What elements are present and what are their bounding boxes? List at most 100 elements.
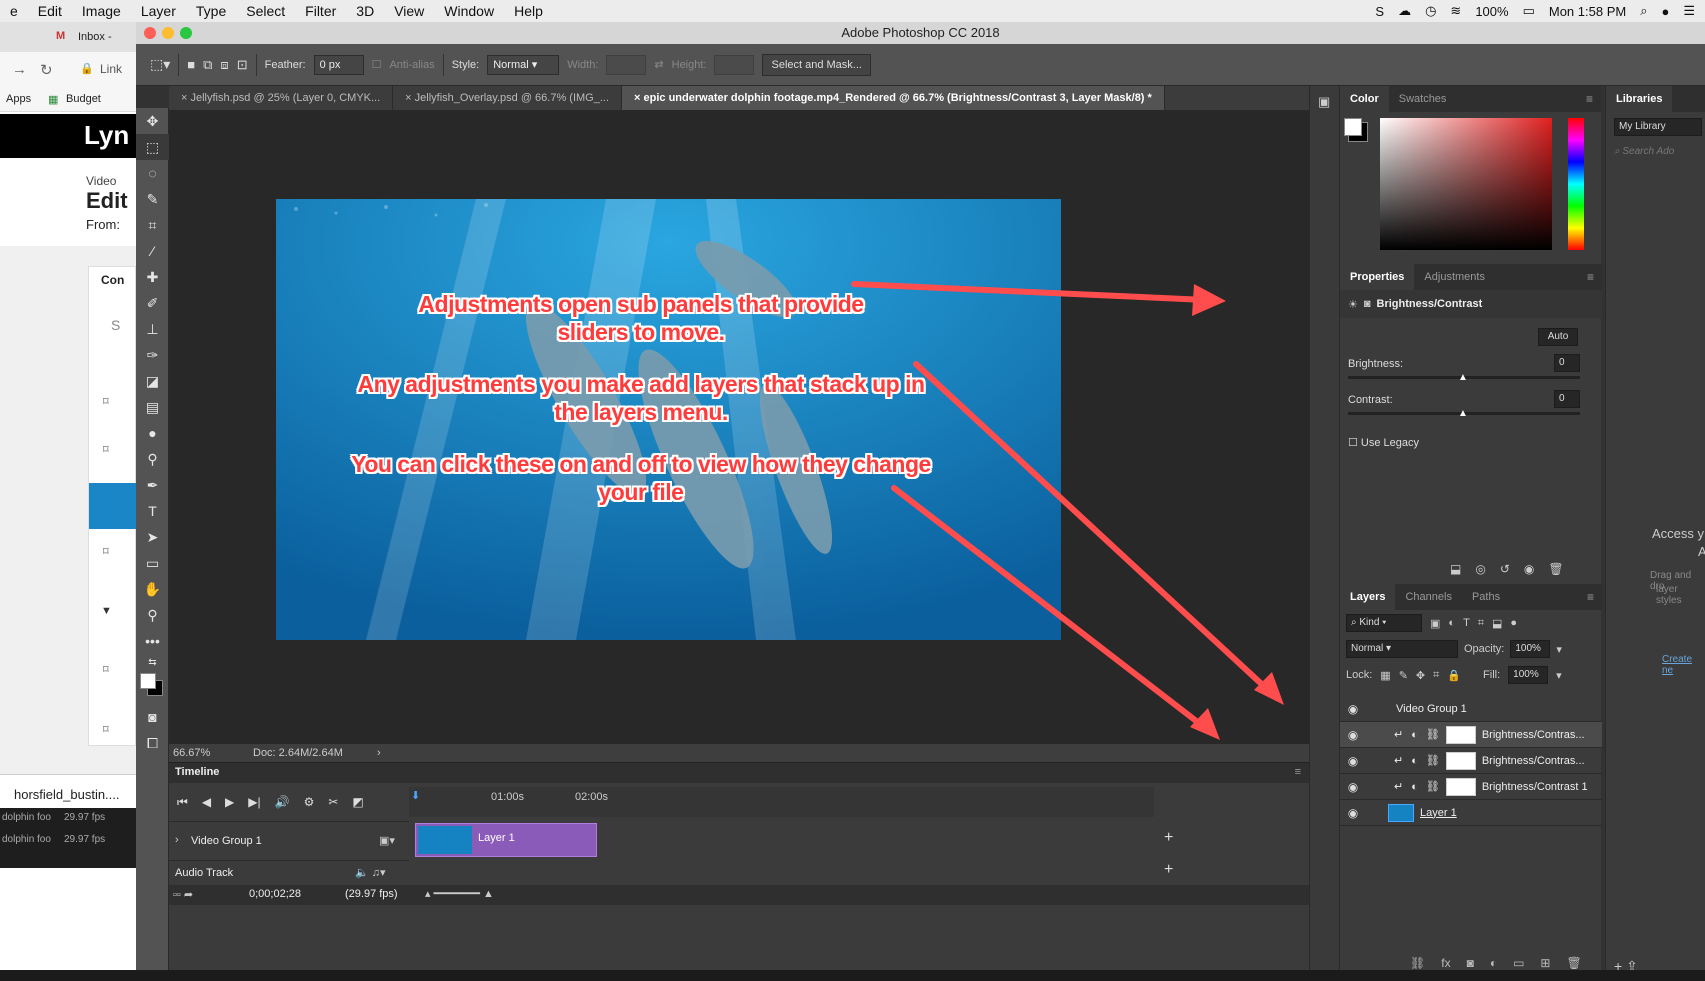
battery-percent[interactable]: 100% — [1475, 4, 1508, 19]
file-name[interactable]: dolphin foo — [2, 834, 51, 845]
menu-select[interactable]: Select — [236, 3, 295, 19]
menu-3d[interactable]: 3D — [346, 3, 384, 19]
history-icon[interactable]: ▣ — [1318, 94, 1330, 110]
zoom-level[interactable]: 66.67% — [173, 744, 210, 762]
layer-mask-thumbnail[interactable] — [1445, 751, 1476, 770]
link-layers-icon[interactable]: ⛓ — [1410, 956, 1425, 970]
render-icon[interactable]: ▫▫ ➦ — [173, 888, 193, 901]
video-group-track[interactable]: Video Group 1 — [191, 835, 262, 847]
hue-slider[interactable] — [1568, 118, 1584, 250]
lock-all-icon[interactable]: 🔒 — [1447, 669, 1461, 682]
visibility-eye-icon[interactable]: ◉ — [1340, 728, 1366, 742]
use-legacy-checkbox[interactable]: ☐ Use Legacy — [1348, 436, 1419, 449]
filter-type-icon[interactable]: T — [1463, 617, 1470, 629]
download-item[interactable]: horsfield_bustin.... — [14, 787, 120, 802]
menu-type[interactable]: Type — [186, 3, 236, 19]
add-mask-icon[interactable]: ◙ — [1467, 956, 1474, 970]
link-icon[interactable]: ⛓ — [1426, 780, 1440, 793]
layer-row-brightness-1[interactable]: ◉ ↵ ◐ ⛓ Brightness/Contrast 1 — [1340, 774, 1602, 800]
spotlight-search-icon[interactable]: ⌕ — [1640, 3, 1647, 19]
bookmark-apps[interactable]: Apps — [6, 93, 31, 105]
tab-properties[interactable]: Properties — [1340, 264, 1415, 290]
tab-layers[interactable]: Layers — [1340, 584, 1396, 610]
bookmark-icon[interactable]: ⌑ — [103, 545, 109, 558]
filter-toggle-icon[interactable]: ● — [1510, 617, 1517, 629]
mask-icon[interactable]: ◙ — [1364, 298, 1371, 310]
transition-icon[interactable]: ◩ — [352, 795, 363, 809]
layer-row-layer-1[interactable]: ◉ Layer 1 — [1340, 800, 1602, 826]
audio-icon[interactable]: 🔊 — [275, 795, 290, 809]
playhead-icon[interactable]: ⬇ — [411, 789, 420, 802]
delete-icon[interactable]: 🗑 — [1548, 562, 1563, 576]
layer-mask-thumbnail[interactable] — [1445, 777, 1476, 796]
color-field[interactable] — [1380, 118, 1552, 250]
reload-icon[interactable]: ↻ — [40, 61, 53, 79]
clip-to-layer-icon[interactable]: ⬓ — [1450, 562, 1461, 576]
bookmark-budget[interactable]: Budget — [66, 93, 101, 105]
filter-pixel-icon[interactable]: ▣ — [1430, 617, 1440, 630]
audio-mute-icon[interactable]: 🔈 ♫▾ — [355, 866, 386, 879]
layer-style-icon[interactable]: fx — [1441, 956, 1450, 970]
opacity-input[interactable]: 100% — [1510, 640, 1551, 658]
status-arrow-icon[interactable]: › — [377, 744, 381, 762]
layer-mask-thumbnail[interactable] — [1445, 725, 1476, 744]
skype-icon[interactable]: S — [1375, 4, 1384, 19]
audio-track[interactable]: Audio Track — [175, 867, 233, 879]
link-icon[interactable]: ⛓ — [1426, 728, 1440, 741]
menu-app[interactable]: e — [0, 3, 28, 19]
layer-row-video-group[interactable]: ◉ Video Group 1 — [1340, 696, 1602, 722]
panel-menu-icon[interactable]: ≡ — [1587, 270, 1594, 284]
creative-cloud-icon[interactable]: ☁ — [1398, 3, 1411, 19]
tab-paths[interactable]: Paths — [1462, 584, 1510, 610]
expand-chevron-icon[interactable]: › — [175, 834, 179, 846]
link-icon[interactable]: ⛓ — [1426, 754, 1440, 767]
menu-help[interactable]: Help — [504, 3, 553, 19]
auto-button[interactable]: Auto — [1538, 328, 1578, 346]
reset-icon[interactable]: ↺ — [1500, 562, 1510, 576]
new-adjustment-icon[interactable]: ◐ — [1490, 956, 1497, 970]
previous-frame-icon[interactable]: ◀ — [202, 795, 211, 809]
browser-tab-title[interactable]: Inbox - — [78, 31, 112, 43]
menu-filter[interactable]: Filter — [295, 3, 346, 19]
bookmark-icon[interactable]: ⌑ — [103, 663, 109, 676]
tab-adjustments[interactable]: Adjustments — [1414, 264, 1495, 290]
lock-position-icon[interactable]: ✥ — [1416, 669, 1425, 682]
panel-menu-icon[interactable]: ≡ — [1295, 766, 1301, 778]
add-media-icon[interactable]: + — [1164, 829, 1173, 847]
file-name[interactable]: dolphin foo — [2, 812, 51, 823]
kind-filter-select[interactable]: ⌕ Kind ▾ — [1346, 614, 1422, 632]
clock-history-icon[interactable]: ◷ — [1425, 3, 1436, 19]
time-ruler[interactable]: 01:00s 02:00s ⬇ — [409, 787, 1154, 817]
forward-icon[interactable]: → — [12, 61, 27, 78]
contrast-slider-thumb[interactable]: ▲ — [1458, 408, 1468, 419]
menu-edit[interactable]: Edit — [28, 3, 72, 19]
site-logo[interactable]: Lyn — [84, 120, 129, 151]
new-layer-icon[interactable]: ⊞ — [1540, 956, 1550, 970]
delete-layer-icon[interactable]: 🗑 — [1566, 956, 1581, 970]
brightness-input[interactable]: 0 — [1554, 354, 1580, 372]
tab-libraries[interactable]: Libraries — [1606, 86, 1673, 112]
layer-thumbnail[interactable] — [1388, 803, 1414, 822]
play-icon[interactable]: ▶ — [225, 795, 234, 809]
library-select[interactable]: My Library — [1614, 118, 1702, 136]
layer-row-brightness-3[interactable]: ◉ ↵ ◐ ⛓ Brightness/Contras... — [1340, 722, 1602, 748]
library-search[interactable]: ⌕ Search Ado — [1614, 146, 1674, 157]
layer-row-brightness-2[interactable]: ◉ ↵ ◐ ⛓ Brightness/Contras... — [1340, 748, 1602, 774]
filter-shape-icon[interactable]: ⌗ — [1478, 617, 1484, 630]
create-new-link[interactable]: Create ne — [1662, 654, 1705, 676]
fill-input[interactable]: 100% — [1508, 666, 1549, 684]
lock-paint-icon[interactable]: ✎ — [1399, 669, 1408, 682]
tab-channels[interactable]: Channels — [1395, 584, 1461, 610]
tab-color[interactable]: Color — [1340, 86, 1389, 112]
menu-layer[interactable]: Layer — [131, 3, 186, 19]
bookmark-icon[interactable]: ⌑ — [103, 723, 109, 736]
film-icon[interactable]: ▣▾ — [379, 834, 395, 847]
lock-artboard-icon[interactable]: ⌗ — [1433, 669, 1439, 682]
clock[interactable]: Mon 1:58 PM — [1549, 4, 1626, 19]
fg-color-swatch[interactable] — [1344, 118, 1362, 136]
blend-mode-select[interactable]: Normal ▾ — [1346, 640, 1458, 658]
view-previous-icon[interactable]: ◎ — [1475, 562, 1485, 576]
panel-menu-icon[interactable]: ≡ — [1586, 92, 1593, 106]
tab-swatches[interactable]: Swatches — [1389, 86, 1457, 112]
address-bar[interactable]: Link — [100, 62, 122, 76]
